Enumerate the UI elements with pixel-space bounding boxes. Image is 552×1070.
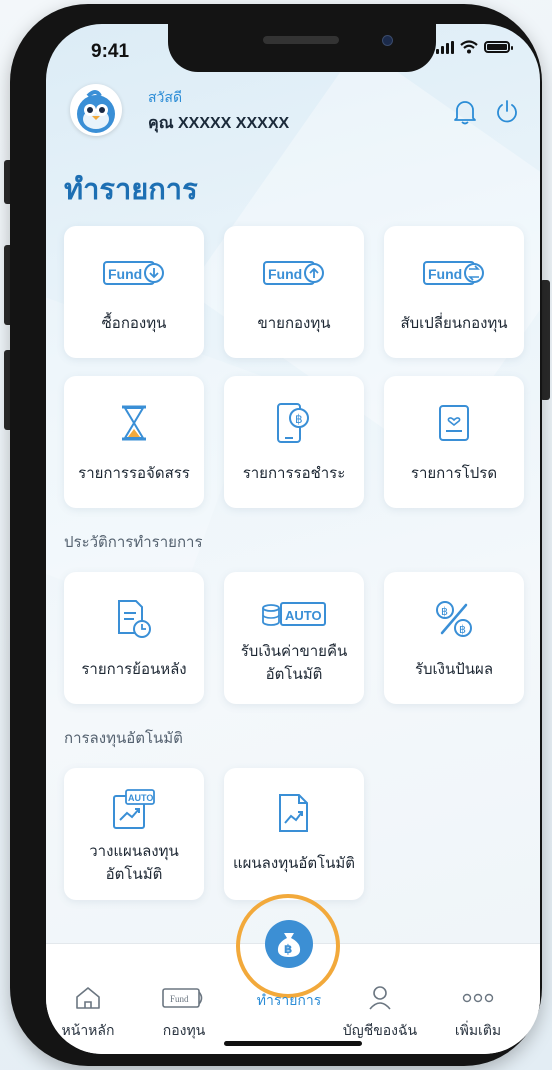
tile-label: วางแผนลงทุนอัตโนมัติ [64,840,204,886]
tile-label: รับเงินค่าขายคืนอัตโนมัติ [224,640,364,686]
favorite-list-tile[interactable]: รายการโปรด [384,376,524,508]
front-camera [382,35,393,46]
pending-allocation-tile[interactable]: รายการรอจัดสรร [64,376,204,508]
tile-label: รายการย้อนหลัง [81,661,187,678]
more-dots-icon [438,982,518,1014]
tile-label: แผนลงทุนอัตโนมัติ [232,855,356,872]
fund-switch-icon: Fund [384,252,524,294]
dividend-percent-icon: ฿฿ [384,598,524,640]
svg-text:฿: ฿ [459,623,466,636]
buy-fund-tile[interactable]: Fund ซื้อกองทุน [64,226,204,358]
svg-text:Fund: Fund [170,994,189,1004]
wifi-icon [460,40,478,54]
notification-bell-icon[interactable] [450,97,480,127]
nav-label: บัญชีของฉัน [342,1022,418,1038]
svg-text:AUTO: AUTO [285,608,322,623]
svg-text:฿: ฿ [441,605,448,618]
favorite-list-icon [384,402,524,444]
transaction-history-tile[interactable]: รายการย้อนหลัง [64,572,204,704]
history-document-icon [64,598,204,640]
tile-label-line1: รับเงินค่าขายคืน [240,643,348,660]
tile-label-line2: อัตโนมัติ [105,866,163,883]
nav-label-active: ทำรายการ [256,992,322,1008]
switch-fund-tile[interactable]: Fund สับเปลี่ยนกองทุน [384,226,524,358]
nav-transactions[interactable]: ฿ [265,920,313,968]
nav-label: เพิ่มเติม [454,1022,502,1038]
page-title: ทำรายการ [64,174,198,206]
nav-label: กองทุน [162,1022,206,1038]
tile-label: ซื้อกองทุน [101,315,167,332]
nav-funds[interactable]: Fund กองทุน [144,982,224,1042]
tile-label: รับเงินปันผล [414,661,494,678]
speaker [263,36,339,44]
home-icon [48,982,128,1014]
auto-redemption-icon: AUTO [224,594,364,636]
auto-invest-plan-tile[interactable]: แผนลงทุนอัตโนมัติ [224,768,364,900]
tile-label: รายการรอชำระ [242,465,346,482]
nav-more[interactable]: เพิ่มเติม [438,982,518,1042]
device-notch [168,24,436,72]
auto-invest-plan-setup-tile[interactable]: AUTO วางแผนลงทุนอัตโนมัติ [64,768,204,900]
tile-label: รายการโปรด [410,465,498,482]
bird-mascot-icon [77,90,115,133]
tile-label: รายการรอจัดสรร [78,465,190,482]
signal-icon [436,40,454,54]
invest-plan-document-icon [224,792,364,834]
home-indicator [224,1041,362,1046]
status-icons [436,40,513,54]
tile-label: สับเปลี่ยนกองทุน [400,315,508,332]
user-icon [340,982,420,1014]
fund-buy-icon: Fund [64,252,204,294]
sell-fund-tile[interactable]: Fund ขายกองทุน [224,226,364,358]
dividend-tile[interactable]: ฿฿ รับเงินปันผล [384,572,524,704]
svg-text:Fund: Fund [108,266,142,282]
phone-frame: 9:41 สวัสดี คุณ XXXXX XXXXX ทำรายการ Fun… [10,4,542,1066]
money-bag-icon: ฿ [277,933,301,957]
hourglass-icon [64,402,204,444]
pending-payment-tile[interactable]: ฿ รายการรอชำระ [224,376,364,508]
status-time: 9:41 [91,41,130,62]
section-auto-heading: การลงทุนอัตโนมัติ [64,730,183,747]
svg-text:฿: ฿ [284,942,292,956]
tile-label-line1: วางแผนลงทุน [89,843,179,860]
greeting-text: สวัสดี [148,89,183,105]
power-logout-icon[interactable] [492,97,522,127]
bottom-navigation: หน้าหลัก Fund กองทุน ฿ ทำรายการ บัญชีของ… [46,894,540,1054]
svg-text:Fund: Fund [428,266,462,282]
app-screen: 9:41 สวัสดี คุณ XXXXX XXXXX ทำรายการ Fun… [46,24,540,1054]
nav-label: หน้าหลัก [61,1022,115,1038]
nav-home[interactable]: หน้าหลัก [48,982,128,1042]
auto-redemption-tile[interactable]: AUTO รับเงินค่าขายคืนอัตโนมัติ [224,572,364,704]
mobile-payment-icon: ฿ [224,402,364,444]
auto-invest-plan-icon: AUTO [64,788,204,830]
avatar[interactable] [70,84,122,136]
battery-icon [484,41,513,53]
nav-my-account[interactable]: บัญชีของฉัน [340,982,420,1042]
fund-sell-icon: Fund [224,252,364,294]
tile-label-line2: อัตโนมัติ [265,666,323,683]
user-name: คุณ XXXXX XXXXX [148,115,290,132]
fund-card-icon: Fund [144,982,224,1014]
tile-label: ขายกองทุน [257,315,331,332]
section-history-heading: ประวัติการทำรายการ [64,534,203,551]
svg-text:฿: ฿ [295,412,303,426]
svg-text:AUTO: AUTO [128,793,153,803]
svg-text:Fund: Fund [268,266,302,282]
